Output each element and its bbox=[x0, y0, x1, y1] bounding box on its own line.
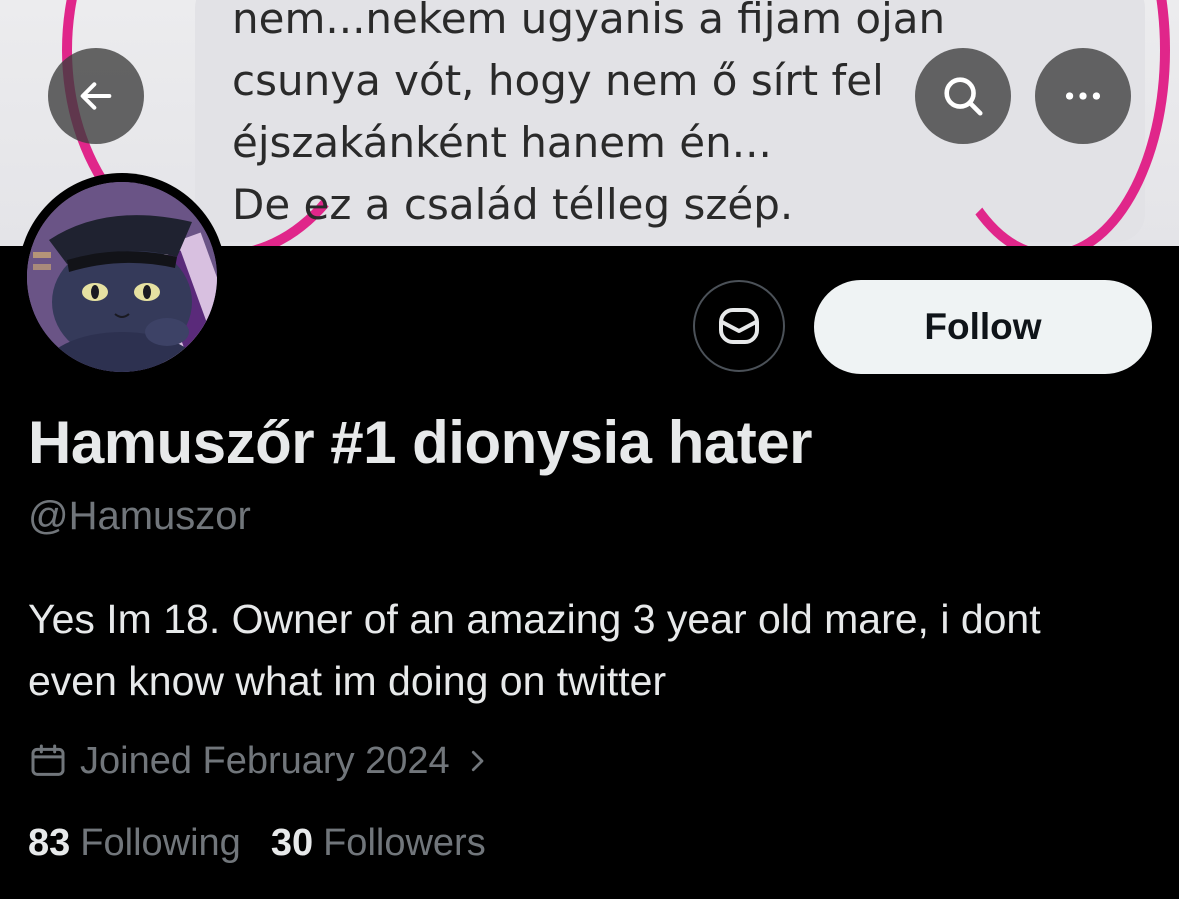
banner-line: nem...nekem ugyanis a fijam ojan bbox=[232, 0, 946, 43]
envelope-icon bbox=[719, 308, 759, 344]
followers-count: 30 bbox=[270, 822, 314, 864]
banner-line: De ez a család télleg szép. bbox=[232, 180, 794, 229]
follow-button[interactable]: Follow bbox=[814, 280, 1152, 374]
avatar[interactable] bbox=[18, 173, 226, 381]
joined-date: Joined February 2024 bbox=[80, 739, 450, 782]
message-button[interactable] bbox=[693, 280, 785, 372]
following-label: Following bbox=[80, 822, 241, 864]
arrow-left-icon bbox=[80, 82, 112, 110]
followers-label: Followers bbox=[323, 822, 486, 864]
joined-date-row[interactable]: Joined February 2024 bbox=[28, 736, 492, 786]
following-stat[interactable]: 83 Following bbox=[28, 822, 241, 865]
cat-character-illustration bbox=[27, 182, 217, 372]
search-button[interactable] bbox=[915, 48, 1011, 144]
more-horizontal-icon bbox=[1065, 92, 1101, 100]
more-options-button[interactable] bbox=[1035, 48, 1131, 144]
back-button[interactable] bbox=[48, 48, 144, 144]
calendar-icon bbox=[31, 744, 65, 776]
chevron-right-icon bbox=[471, 750, 484, 772]
avatar-image bbox=[27, 182, 217, 372]
followers-stat[interactable]: 30 Followers bbox=[271, 822, 486, 865]
search-icon bbox=[944, 77, 983, 116]
user-handle: @Hamuszor bbox=[28, 494, 251, 538]
display-name: Hamuszőr #1 dionysia hater bbox=[28, 409, 812, 476]
follow-stats: 83 Following 30 Followers bbox=[28, 822, 486, 865]
following-count: 83 bbox=[28, 822, 71, 864]
profile-page: nem...nekem ugyanis a fijam ojan csunya … bbox=[0, 0, 1179, 899]
profile-bio: Yes Im 18. Owner of an amazing 3 year ol… bbox=[28, 596, 1041, 704]
